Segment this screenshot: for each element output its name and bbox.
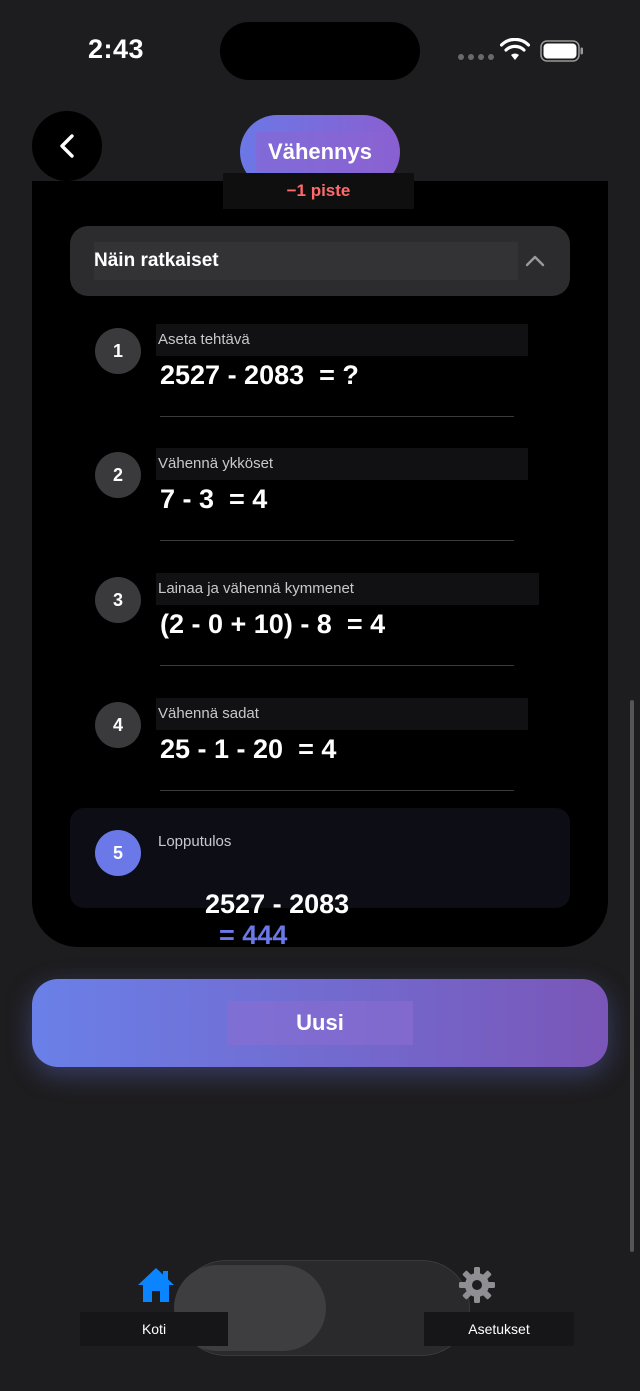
status-time: 2:43 (88, 34, 145, 64)
solution-accordion-header[interactable]: Näin ratkaiset (70, 226, 570, 296)
step-number: 1 (95, 328, 141, 374)
step-item: 2 Vähennä ykköset 7 - 3 = 4 (70, 448, 570, 548)
final-result: 5 Lopputulos 2527 - 2083 = 444 (70, 808, 570, 950)
step-equation: 25 - 1 - 20 = 4 (160, 734, 337, 764)
step-label: Vähennä ykköset (156, 448, 528, 480)
step-item: 3 Lainaa ja vähennä kymmenet (2 - 0 + 10… (70, 573, 570, 673)
step-number: 3 (95, 577, 141, 623)
tab-settings[interactable]: Asetukset (424, 1312, 574, 1346)
chevron-up-icon (525, 255, 545, 267)
step-divider (160, 790, 514, 791)
scrollbar[interactable] (630, 700, 634, 1252)
step-number: 4 (95, 702, 141, 748)
step-divider (160, 416, 514, 417)
step-equation: 2527 - 2083 = ? (160, 360, 359, 390)
final-question: 2527 - 2083 (205, 889, 350, 919)
gear-icon[interactable] (458, 1266, 496, 1304)
step-equation: (2 - 0 + 10) - 8 = 4 (160, 609, 386, 639)
step-label: Vähennä sadat (156, 698, 528, 730)
page-title-text: Vähennys (256, 132, 384, 172)
home-icon[interactable] (136, 1266, 176, 1304)
chevron-left-icon (60, 134, 74, 158)
accordion-title: Näin ratkaiset (94, 242, 518, 280)
back-button[interactable] (32, 111, 102, 181)
step-item: 4 Vähennä sadat 25 - 1 - 20 = 4 (70, 698, 570, 798)
solution-card: Näin ratkaiset 1 Aseta tehtävä 2527 - 20… (32, 181, 608, 950)
wifi-icon (500, 38, 530, 60)
penalty-badge: −1 piste (223, 173, 414, 209)
step-equation: 7 - 3 = 4 (160, 484, 268, 514)
step-divider (160, 665, 514, 666)
battery-icon (540, 40, 583, 62)
step-label: Lainaa ja vähennä kymmenet (156, 573, 539, 605)
step-number: 5 (95, 830, 141, 876)
dynamic-island (220, 22, 420, 80)
step-label: Lopputulos (158, 833, 232, 850)
step-number: 2 (95, 452, 141, 498)
step-divider (160, 540, 514, 541)
new-button[interactable]: Uusi (32, 979, 608, 1067)
new-button-label: Uusi (227, 1001, 413, 1045)
step-label: Aseta tehtävä (156, 324, 528, 356)
cellular-signal-icon (458, 54, 494, 60)
final-answer: = 444 (219, 920, 288, 950)
tab-home[interactable]: Koti (80, 1312, 228, 1346)
final-equation: 2527 - 2083 = 444 (160, 858, 349, 982)
step-item: 1 Aseta tehtävä 2527 - 2083 = ? (70, 324, 570, 424)
